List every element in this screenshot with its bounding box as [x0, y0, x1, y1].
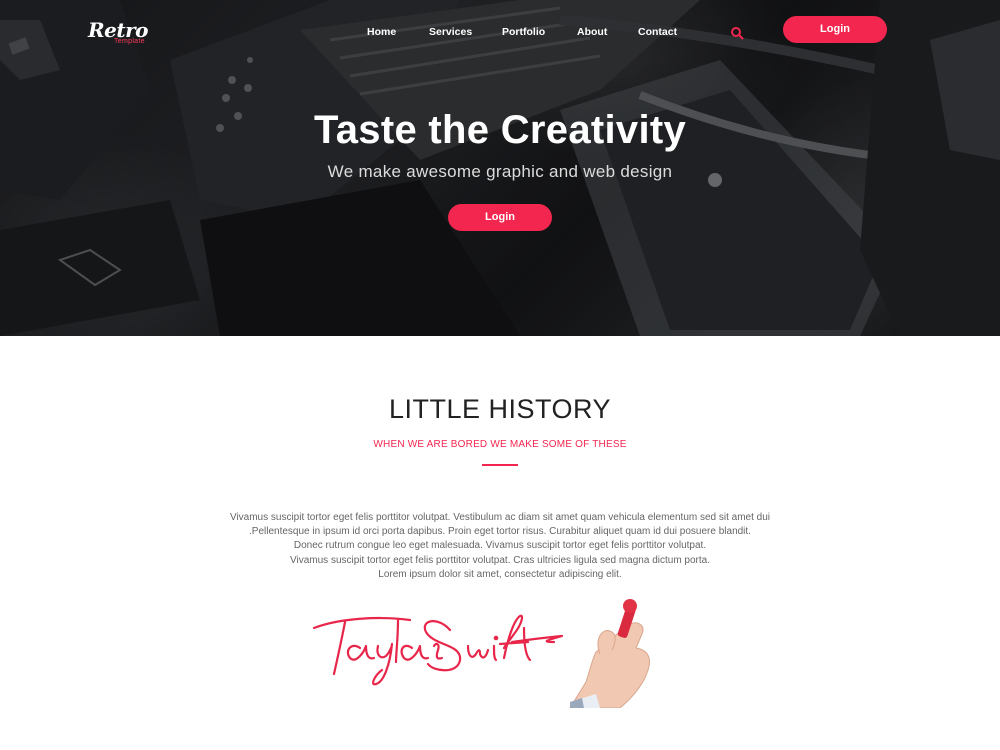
section-title: LITTLE HISTORY — [388, 394, 612, 424]
section-divider — [482, 464, 518, 466]
signature-image — [312, 599, 650, 708]
hero-login-button[interactable]: Login — [448, 204, 552, 231]
paragraph-line: Vivamus suscipit tortor eget felis portt… — [290, 554, 710, 566]
login-button[interactable]: Login — [783, 16, 887, 43]
nav-item-portfolio[interactable]: Portfolio — [502, 26, 545, 38]
hero-title: Taste the Creativity — [313, 108, 687, 152]
hand-illustration — [569, 599, 650, 708]
nav-item-home[interactable]: Home — [367, 26, 396, 38]
nav-item-about[interactable]: About — [577, 26, 607, 38]
section-subtitle: WHEN WE ARE BORED WE MAKE SOME OF THESE — [373, 439, 627, 450]
logo-subtext: Template — [114, 38, 145, 45]
nav-item-contact[interactable]: Contact — [638, 26, 677, 38]
search-icon[interactable] — [730, 26, 744, 40]
paragraph-line: Donec rutrum congue leo eget malesuada. … — [293, 540, 707, 552]
hero-subtitle: We make awesome graphic and web design — [327, 162, 673, 181]
paragraph-line: .Pellentesque in ipsum id orci porta dap… — [249, 526, 751, 538]
paragraph-line: Lorem ipsum dolor sit amet, consectetur … — [378, 568, 622, 580]
paragraph-line: Vivamus suscipit tortor eget felis portt… — [229, 512, 771, 523]
history-paragraph: Vivamus suscipit tortor eget felis portt… — [150, 511, 850, 582]
logo[interactable]: Retro Template — [88, 18, 168, 48]
hero-section: Retro Template Home Services Portfolio A… — [0, 0, 1000, 336]
nav-item-services[interactable]: Services — [429, 26, 472, 38]
signature-strokes — [312, 614, 564, 686]
